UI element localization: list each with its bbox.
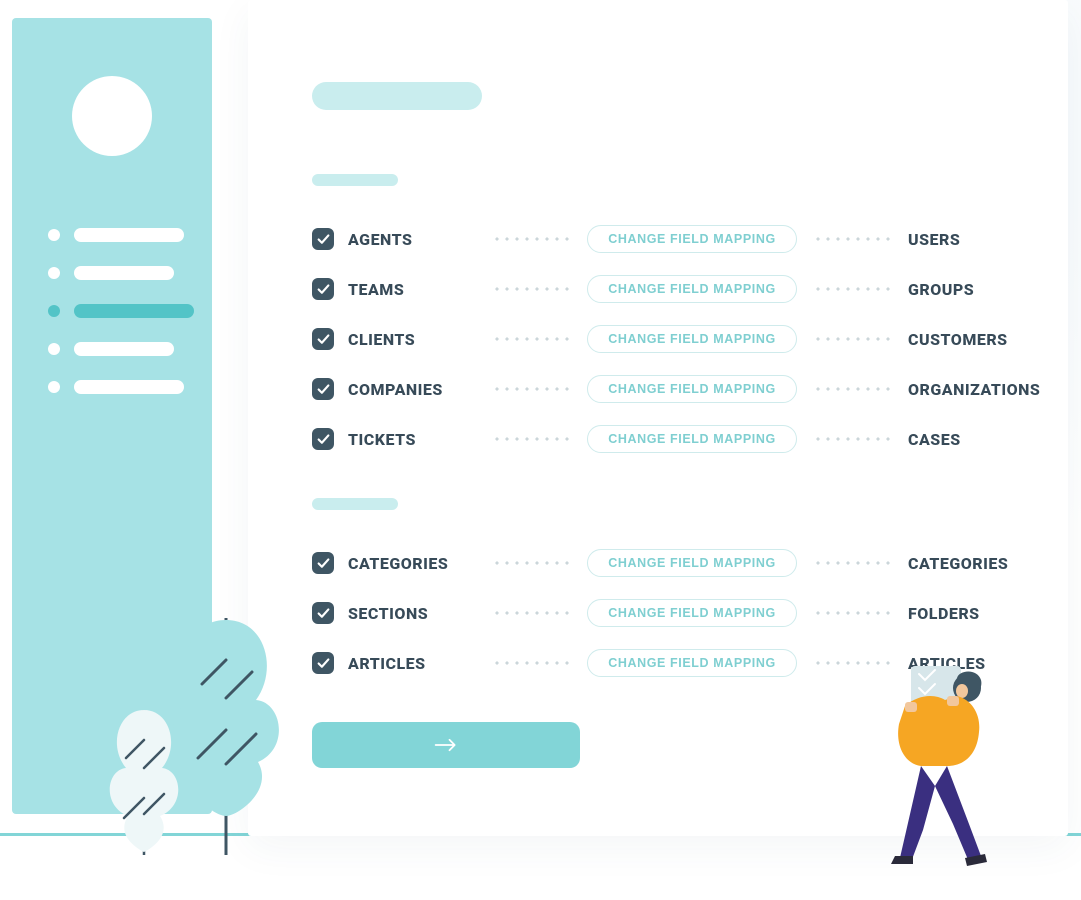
change-field-mapping-button[interactable]: CHANGE FIELD MAPPING [587,549,797,577]
mapping-row-sections: SECTIONS CHANGE FIELD MAPPING FOLDERS [312,588,1068,638]
check-icon [317,283,330,296]
target-label: ARTICLES [908,654,1068,673]
connector-dots [813,287,892,291]
connector-dots [813,611,892,615]
continue-button[interactable] [312,722,580,768]
connector-dots [813,337,892,341]
checkbox-agents[interactable] [312,228,334,250]
connector-dots [492,437,571,441]
connector-dots [492,337,571,341]
connector-dots [492,561,571,565]
mapping-group-2: CATEGORIES CHANGE FIELD MAPPING CATEGORI… [312,498,1068,688]
change-field-mapping-button[interactable]: CHANGE FIELD MAPPING [587,649,797,677]
arrow-right-icon [433,736,459,754]
check-icon [317,607,330,620]
mapping-row-articles: ARTICLES CHANGE FIELD MAPPING ARTICLES [312,638,1068,688]
scene-background: AGENTS CHANGE FIELD MAPPING USERS TEAMS … [0,0,1081,900]
connector-dots [492,237,571,241]
source-label: TICKETS [348,430,416,449]
target-label: FOLDERS [908,604,1068,623]
mapping-groups: AGENTS CHANGE FIELD MAPPING USERS TEAMS … [312,174,1068,688]
check-icon [317,383,330,396]
connector-dots [813,387,892,391]
connector-dots [492,287,571,291]
connector-dots [813,437,892,441]
sidebar-step-5[interactable] [48,380,198,394]
checkbox-clients[interactable] [312,328,334,350]
avatar-placeholder [72,76,152,156]
checkbox-companies[interactable] [312,378,334,400]
connector-dots [492,661,571,665]
mapping-row-agents: AGENTS CHANGE FIELD MAPPING USERS [312,214,1068,264]
source-label: CLIENTS [348,330,415,349]
connector-dots [813,561,892,565]
connector-dots [492,387,571,391]
checkbox-categories[interactable] [312,552,334,574]
source-label: SECTIONS [348,604,428,623]
sidebar-step-2[interactable] [48,266,198,280]
check-icon [317,657,330,670]
source-label: COMPANIES [348,380,443,399]
source-label: AGENTS [348,230,412,249]
target-label: ORGANIZATIONS [908,380,1068,399]
change-field-mapping-button[interactable]: CHANGE FIELD MAPPING [587,599,797,627]
sidebar-step-4[interactable] [48,342,198,356]
target-label: GROUPS [908,280,1068,299]
change-field-mapping-button[interactable]: CHANGE FIELD MAPPING [587,275,797,303]
target-label: CUSTOMERS [908,330,1068,349]
title-placeholder [312,82,482,110]
connector-dots [813,237,892,241]
target-label: CATEGORIES [908,554,1068,573]
main-card: AGENTS CHANGE FIELD MAPPING USERS TEAMS … [248,0,1068,836]
mapping-row-categories: CATEGORIES CHANGE FIELD MAPPING CATEGORI… [312,538,1068,588]
change-field-mapping-button[interactable]: CHANGE FIELD MAPPING [587,225,797,253]
mapping-group-1: AGENTS CHANGE FIELD MAPPING USERS TEAMS … [312,174,1068,464]
section-placeholder [312,498,398,510]
sidebar-nav [48,228,198,418]
change-field-mapping-button[interactable]: CHANGE FIELD MAPPING [587,375,797,403]
sidebar-step-3-active[interactable] [48,304,198,318]
sidebar-card [12,18,212,814]
source-label: ARTICLES [348,654,426,673]
check-icon [317,557,330,570]
source-label: TEAMS [348,280,404,299]
change-field-mapping-button[interactable]: CHANGE FIELD MAPPING [587,425,797,453]
check-icon [317,333,330,346]
checkbox-articles[interactable] [312,652,334,674]
connector-dots [492,611,571,615]
mapping-row-tickets: TICKETS CHANGE FIELD MAPPING CASES [312,414,1068,464]
mapping-row-companies: COMPANIES CHANGE FIELD MAPPING ORGANIZAT… [312,364,1068,414]
mapping-row-teams: TEAMS CHANGE FIELD MAPPING GROUPS [312,264,1068,314]
checkbox-tickets[interactable] [312,428,334,450]
change-field-mapping-button[interactable]: CHANGE FIELD MAPPING [587,325,797,353]
connector-dots [813,661,892,665]
checkbox-teams[interactable] [312,278,334,300]
checkbox-sections[interactable] [312,602,334,624]
source-label: CATEGORIES [348,554,448,573]
mapping-row-clients: CLIENTS CHANGE FIELD MAPPING CUSTOMERS [312,314,1068,364]
sidebar-step-1[interactable] [48,228,198,242]
target-label: USERS [908,230,1068,249]
section-placeholder [312,174,398,186]
check-icon [317,233,330,246]
check-icon [317,433,330,446]
target-label: CASES [908,430,1068,449]
